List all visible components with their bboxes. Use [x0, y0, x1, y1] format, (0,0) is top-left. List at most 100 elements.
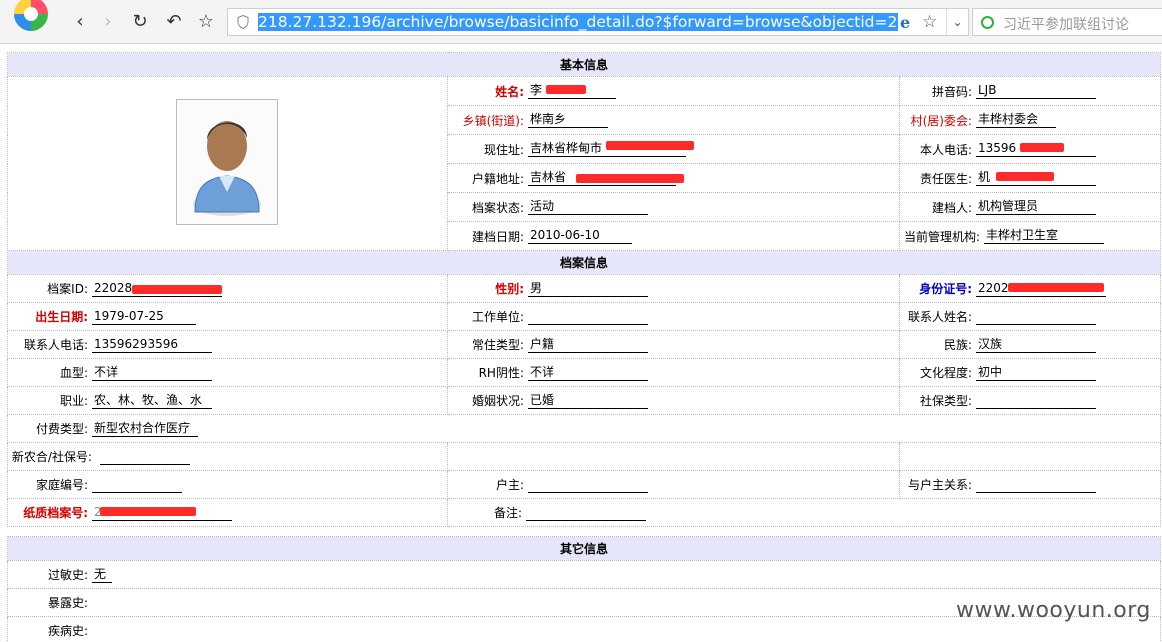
ncms-field: 新农合/社保号:	[8, 443, 447, 470]
ncms-label: 新农合/社保号:	[11, 450, 92, 464]
edu-label: 文化程度:	[919, 366, 972, 380]
bookmark-button[interactable]: ☆	[196, 11, 216, 32]
relation-value	[976, 477, 1096, 493]
doctor-field: 责任医生: 机	[900, 164, 1160, 192]
remark-value	[526, 505, 646, 521]
job-field: 职业: 农、林、牧、渔、水	[8, 387, 447, 414]
date-value: 2010-06-10	[528, 228, 632, 244]
marital-label: 婚姻状况:	[471, 394, 524, 408]
remark-label: 备注:	[493, 506, 522, 520]
birth-value: 1979-07-25	[92, 309, 196, 325]
browser-toolbar: ‹ › ↻ ↶ ☆ 218.27.132.196/archive/browse/…	[0, 0, 1162, 44]
allergy-label: 过敏史:	[47, 568, 88, 582]
phone-label: 本人电话:	[919, 142, 972, 157]
contact-field: 联系人姓名:	[900, 303, 1160, 330]
pay-label: 付费类型:	[35, 422, 88, 436]
relation-field: 与户主关系:	[900, 471, 1160, 498]
url-text[interactable]: 218.27.132.196/archive/browse/basicinfo_…	[258, 13, 898, 31]
archive-info-table: 档案信息 档案ID: 22028 性别: 男 身份证号: 2202 0 出生日期…	[6, 250, 1162, 527]
basic-info-table: 基本信息 姓名: 李 拼音码: LJB 乡镇(街道): 桦南乡 村(居)委会: …	[6, 52, 1162, 251]
job-value: 农、林、牧、渔、水	[92, 393, 212, 409]
redaction-mark	[1020, 143, 1064, 152]
contact-phone-label: 联系人电话:	[23, 338, 88, 352]
family-field: 家庭编号:	[8, 471, 447, 498]
redaction-mark	[996, 172, 1054, 181]
forward-button[interactable]: ›	[98, 11, 118, 32]
residence-label: 常住类型:	[471, 338, 524, 352]
edu-field: 文化程度: 初中	[900, 359, 1160, 386]
pay-field: 付费类型: 新型农村合作医疗	[8, 415, 1160, 442]
village-label: 村(居)委会:	[910, 113, 972, 128]
search-box[interactable]: 习近平参加联组讨论	[972, 8, 1162, 36]
nation-field: 民族: 汉族	[900, 331, 1160, 358]
section-archive-info: 档案信息	[6, 250, 1162, 275]
householder-value	[528, 477, 648, 493]
town-value: 桦南乡	[528, 112, 608, 128]
name-field: 姓名: 李	[448, 77, 899, 105]
section-basic-info: 基本信息	[6, 52, 1162, 77]
idcard-field: 身份证号: 2202 0	[900, 275, 1160, 302]
householder-label: 户主:	[495, 478, 524, 492]
chevron-down-icon[interactable]: ⌄	[946, 9, 968, 35]
shield-icon	[237, 15, 249, 29]
person-avatar-icon	[193, 121, 261, 216]
org-label: 当前管理机构:	[903, 229, 980, 244]
family-label: 家庭编号:	[35, 478, 88, 492]
rh-field: RH阴性: 不详	[448, 359, 899, 386]
redaction-mark	[132, 285, 222, 294]
doctor-label: 责任医生:	[919, 171, 972, 186]
address-label: 现住址:	[483, 142, 524, 157]
relation-label: 与户主关系:	[907, 478, 972, 492]
exposure-label: 暴露史:	[47, 596, 88, 610]
blood-label: 血型:	[59, 366, 88, 380]
undo-button[interactable]: ↶	[164, 11, 184, 32]
address-field: 现住址: 吉林省桦甸市	[448, 135, 899, 163]
redaction-mark	[576, 174, 684, 183]
redaction-mark	[100, 507, 196, 516]
marital-value: 已婚	[528, 393, 648, 409]
idcard-label: 身份证号:	[919, 282, 972, 296]
contact-label: 联系人姓名:	[907, 310, 972, 324]
reload-button[interactable]: ↻	[130, 11, 150, 32]
other-info-table: 其它信息 过敏史: 无 暴露史: 疾病史:	[7, 536, 1161, 642]
birth-label: 出生日期:	[35, 310, 88, 324]
contact-value	[976, 309, 1096, 325]
photo-cell	[7, 76, 448, 251]
contact-phone-value: 13596293596	[92, 337, 212, 353]
name-label: 姓名:	[495, 84, 524, 99]
rh-label: RH阴性:	[478, 366, 524, 380]
avatar	[176, 99, 278, 225]
address-bar[interactable]: 218.27.132.196/archive/browse/basicinfo_…	[227, 8, 969, 36]
nation-value: 汉族	[976, 337, 1096, 353]
creator-value: 机构管理员	[976, 199, 1096, 215]
status-label: 档案状态:	[471, 200, 524, 215]
allergy-field: 过敏史: 无	[8, 561, 1160, 588]
town-label: 乡镇(街道):	[462, 113, 524, 128]
remark-field: 备注:	[448, 499, 1160, 526]
creator-label: 建档人:	[931, 200, 972, 215]
insurance-label: 社保类型:	[919, 394, 972, 408]
paper-field: 纸质档案号: 22020200 114	[8, 499, 447, 526]
town-field: 乡镇(街道): 桦南乡	[448, 106, 899, 134]
sex-label: 性别:	[495, 282, 524, 296]
date-label: 建档日期:	[471, 229, 524, 244]
ie-mode-icon[interactable]: e	[900, 13, 910, 32]
paper-label: 纸质档案号:	[23, 506, 88, 520]
watermark: www.wooyun.org	[956, 598, 1151, 623]
work-field: 工作单位:	[448, 303, 899, 330]
marital-field: 婚姻状况: 已婚	[448, 387, 899, 414]
redaction-mark	[546, 85, 586, 94]
village-value: 丰桦村委会	[976, 112, 1056, 128]
householder-field: 户主:	[448, 471, 899, 498]
disease-label: 疾病史:	[47, 624, 88, 638]
back-button[interactable]: ‹	[70, 11, 90, 32]
section-other-info: 其它信息	[7, 536, 1161, 561]
hukou-label: 户籍地址:	[471, 171, 524, 186]
sex-field: 性别: 男	[448, 275, 899, 302]
insurance-value	[976, 393, 1096, 409]
favorite-star-icon[interactable]: ☆	[922, 12, 937, 32]
org-field: 当前管理机构: 丰桦村卫生室	[900, 222, 1160, 250]
browser-logo-icon	[14, 0, 48, 31]
pinyin-field: 拼音码: LJB	[900, 77, 1160, 105]
search-suggestion[interactable]: 习近平参加联组讨论	[1003, 14, 1129, 34]
